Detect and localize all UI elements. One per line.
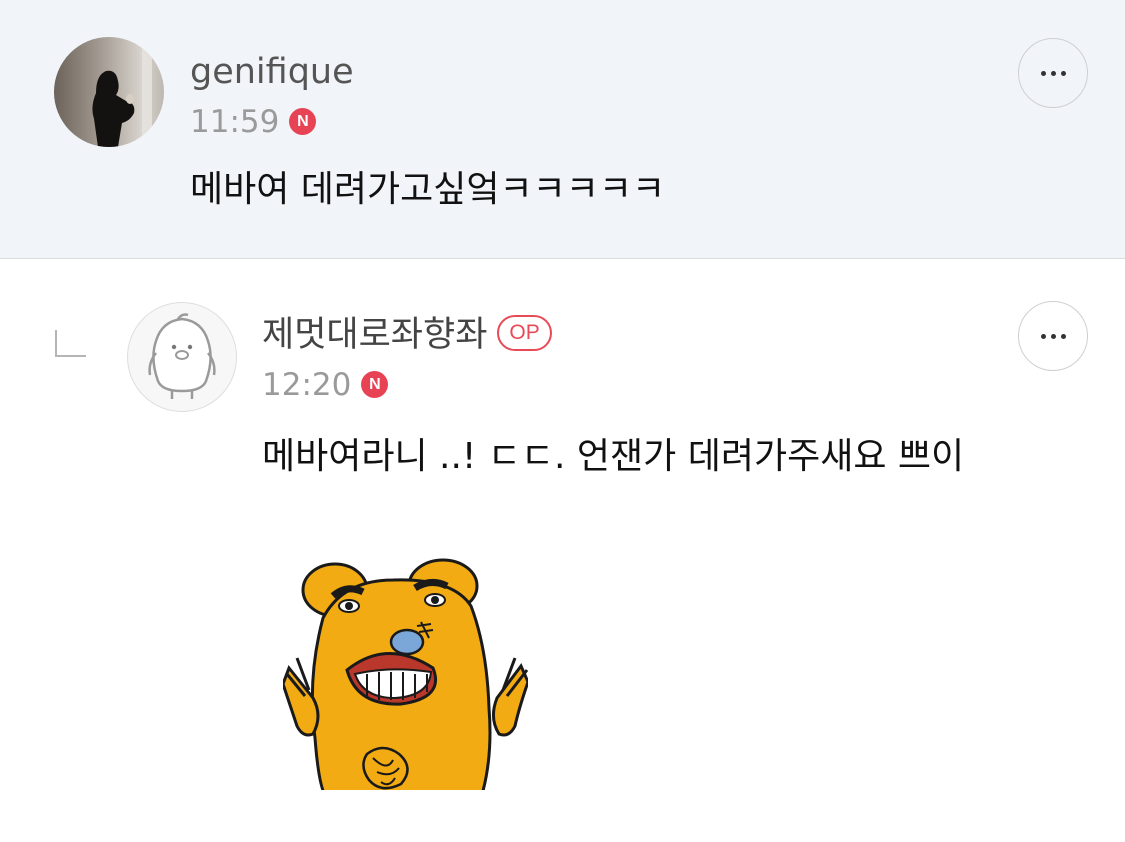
comment-text: 메바여 데려가고싶엌ㅋㅋㅋㅋㅋ bbox=[190, 169, 666, 210]
time-label: 11:59 bbox=[190, 104, 280, 140]
new-badge: N bbox=[289, 107, 317, 135]
dot bbox=[1060, 333, 1066, 339]
dot bbox=[1060, 70, 1066, 76]
more-options-button[interactable] bbox=[1018, 38, 1088, 108]
user-avatar[interactable] bbox=[127, 302, 237, 412]
author-name[interactable]: 제멋대로좌향좌 OP bbox=[262, 315, 552, 355]
profile-photo-icon bbox=[54, 37, 164, 147]
more-horizontal-icon bbox=[1040, 333, 1046, 339]
comment-item-2: 제멋대로좌향좌 OP 12:20 N 메바여라니 ..! ㄷㄷ. 언잰가 데려가주새… bbox=[0, 259, 1125, 842]
comment-text: 메바여라니 ..! ㄷㄷ. 언잰가 데려가주새요 쁘이 bbox=[262, 436, 965, 477]
author-name-label[interactable]: 제멋대로좌향좌 bbox=[262, 315, 487, 355]
op-badge: OP bbox=[497, 315, 552, 351]
user-avatar[interactable] bbox=[54, 37, 164, 147]
time-label: 12:20 bbox=[262, 367, 352, 403]
dot bbox=[1050, 70, 1056, 76]
comment-item-1: genifique 11:59 N 메바여 데려가고싶엌ㅋㅋㅋㅋㅋ bbox=[0, 0, 1125, 259]
comment-time: 11:59 N bbox=[190, 104, 317, 140]
default-penguin-avatar bbox=[148, 313, 216, 399]
more-horizontal-icon bbox=[1040, 70, 1046, 76]
comment-time: 12:20 N bbox=[262, 367, 389, 403]
bear-sticker-icon bbox=[283, 558, 528, 790]
author-name[interactable]: genifique bbox=[190, 52, 354, 92]
more-options-button[interactable] bbox=[1018, 301, 1088, 371]
dot bbox=[1050, 333, 1056, 339]
new-badge: N bbox=[361, 370, 389, 398]
yellow-bear-sticker[interactable] bbox=[283, 558, 528, 790]
reply-arrow-icon bbox=[55, 330, 86, 357]
